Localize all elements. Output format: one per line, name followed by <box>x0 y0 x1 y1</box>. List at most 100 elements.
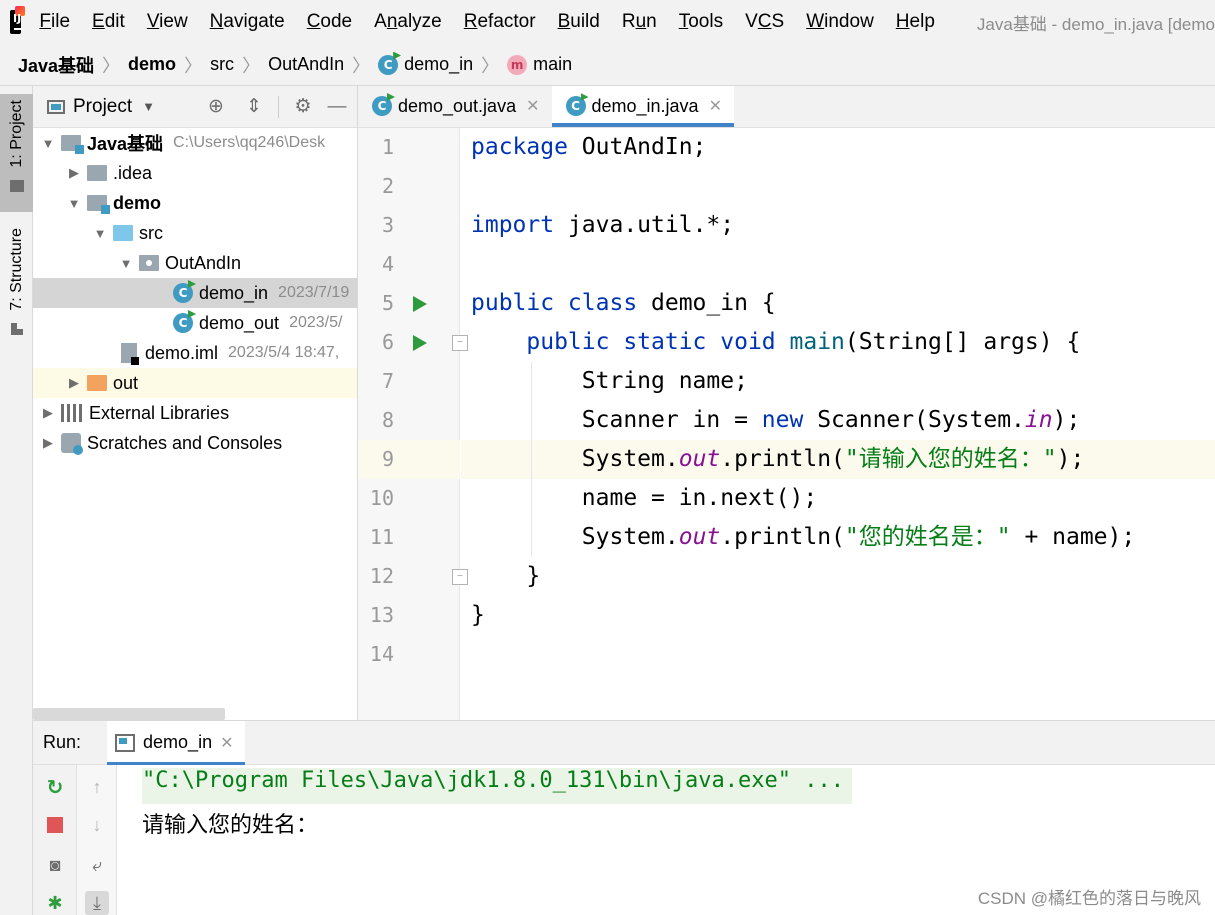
gutter-line: 4 <box>358 245 460 284</box>
menu-tools[interactable]: Tools <box>679 11 723 33</box>
folder-icon <box>87 165 107 181</box>
class-icon: C <box>565 96 586 116</box>
tree-item-demo-out[interactable]: C demo_out 2023/5/ <box>33 308 357 338</box>
hide-panel-icon[interactable]: — <box>325 95 349 119</box>
scroll-to-end-icon[interactable]: ⤓ <box>85 891 109 915</box>
menu-build[interactable]: Build <box>558 11 600 33</box>
line-number: 1 <box>381 135 394 159</box>
folder-icon <box>9 179 24 192</box>
rerun-icon[interactable]: ↻ <box>43 775 67 799</box>
tree-item-idea[interactable]: ▶ .idea <box>33 158 357 188</box>
line-number: 12 <box>369 564 394 588</box>
tree-item-scratches[interactable]: ▶ Scratches and Consoles <box>33 428 357 458</box>
expand-arrow-icon[interactable]: ▼ <box>67 196 81 211</box>
menu-navigate[interactable]: Navigate <box>210 11 285 33</box>
chevron-right-icon: 〉 <box>242 55 261 76</box>
gear-icon[interactable]: ⚙ <box>291 95 315 119</box>
code-area[interactable]: package OutAndIn; import java.util.*; pu… <box>461 128 1215 720</box>
gutter-line: 3 <box>358 206 460 245</box>
tab-demo-out[interactable]: C demo_out.java ✕ <box>358 86 552 127</box>
collapse-all-icon[interactable]: ⇕ <box>242 95 266 119</box>
tree-item-demo-in[interactable]: C demo_in 2023/7/19 <box>33 278 357 308</box>
menu-bar: IJ File Edit View Navigate Code Analyze … <box>0 0 1215 44</box>
close-icon[interactable]: ✕ <box>220 733 233 753</box>
gutter-line-current: 9 <box>358 440 460 479</box>
package-icon <box>139 255 159 271</box>
expand-arrow-icon[interactable]: ▼ <box>93 226 107 241</box>
project-view-selector[interactable]: Project <box>73 96 132 118</box>
module-folder-icon <box>61 135 84 154</box>
tree-item-package[interactable]: ▼ OutAndIn <box>33 248 357 278</box>
menu-file[interactable]: File <box>39 11 70 33</box>
breadcrumb-src[interactable]: src 〉 <box>210 44 268 85</box>
tree-item-demo[interactable]: ▼ demo <box>33 188 357 218</box>
run-tab-demo-in[interactable]: demo_in ✕ <box>107 721 246 765</box>
menu-analyze[interactable]: Analyze <box>374 11 442 33</box>
menu-vcs[interactable]: VCS <box>745 11 784 33</box>
menu-help[interactable]: Help <box>896 11 935 33</box>
collapse-arrow-icon[interactable]: ▶ <box>41 435 55 451</box>
soft-wrap-icon[interactable]: ⤶ <box>85 853 109 877</box>
breadcrumb-project[interactable]: Java基础〉 <box>18 44 128 85</box>
menu-code[interactable]: Code <box>307 11 352 33</box>
run-gutter-icon[interactable] <box>413 296 427 312</box>
tree-item-project-root[interactable]: ▼ Java基础 C:\Users\qq246\Desk <box>33 128 357 158</box>
gutter-line: 13 <box>358 596 460 635</box>
expand-arrow-icon[interactable]: ▼ <box>119 256 133 271</box>
code-line: System.out.println("您的姓名是：" + name); <box>461 518 1215 557</box>
expand-arrow-icon[interactable]: ▼ <box>41 136 55 151</box>
tab-demo-in[interactable]: C demo_in.java ✕ <box>551 86 735 127</box>
stop-icon[interactable] <box>43 813 67 837</box>
tree-item-src[interactable]: ▼ src <box>33 218 357 248</box>
class-icon: C <box>173 283 193 303</box>
camera-icon[interactable]: ◙ <box>43 853 67 877</box>
debug-bug-icon[interactable]: ✱ <box>43 891 67 915</box>
tree-item-external-libraries[interactable]: ▶ External Libraries <box>33 398 357 428</box>
breadcrumb-module[interactable]: demo 〉 <box>128 44 210 85</box>
project-panel: Project ▼ ⊕ ⇕ ⚙ — ▼ Java基础 C:\Users\qq24… <box>33 86 358 720</box>
locate-file-icon[interactable]: ⊕ <box>204 95 228 119</box>
method-icon: m <box>507 54 528 75</box>
chevron-right-icon: 〉 <box>184 55 203 76</box>
collapse-arrow-icon[interactable]: ▶ <box>41 405 55 421</box>
tree-item-demo-iml[interactable]: demo.iml 2023/5/4 18:47, <box>33 338 357 368</box>
arrow-up-icon[interactable]: ↑ <box>85 775 109 799</box>
breadcrumb-method[interactable]: m main <box>507 44 572 85</box>
breadcrumb-class[interactable]: Cdemo_in 〉 <box>378 44 507 85</box>
tree-item-out[interactable]: ▶ out <box>33 368 357 398</box>
scratches-icon <box>61 433 83 455</box>
menu-view[interactable]: View <box>147 11 188 33</box>
close-icon[interactable]: ✕ <box>526 96 539 116</box>
gutter-line: 1 <box>358 128 460 167</box>
console-line-command: "C:\Program Files\Java\jdk1.8.0_131\bin\… <box>142 768 852 804</box>
run-gutter-icon[interactable] <box>413 335 427 351</box>
close-icon[interactable]: ✕ <box>709 96 722 116</box>
code-line: } <box>471 602 485 628</box>
breadcrumb-package[interactable]: OutAndIn 〉 <box>268 44 378 85</box>
iml-file-icon <box>121 343 139 365</box>
line-number: 4 <box>381 252 394 276</box>
collapse-arrow-icon[interactable]: ▶ <box>67 165 81 181</box>
arrow-down-icon[interactable]: ↓ <box>85 813 109 837</box>
menu-refactor[interactable]: Refactor <box>464 11 536 33</box>
gutter-line: 12− <box>358 557 468 596</box>
line-number: 13 <box>369 603 394 627</box>
menu-edit[interactable]: Edit <box>92 11 125 33</box>
line-number: 14 <box>369 642 394 666</box>
console-toolbar: ↑ ↓ ⤶ ⤓ <box>77 765 117 915</box>
tool-tab-structure[interactable]: 7: Structure <box>0 222 33 352</box>
gutter-line: 5 <box>358 284 460 323</box>
line-number: 10 <box>369 486 394 510</box>
menu-window[interactable]: Window <box>806 11 874 33</box>
tool-tab-project[interactable]: 1: Project <box>0 94 33 212</box>
excluded-folder-icon <box>87 375 107 391</box>
console-line-output: 请输入您的姓名： <box>142 813 319 838</box>
chevron-down-icon[interactable]: ▼ <box>142 99 155 114</box>
menu-run[interactable]: Run <box>622 11 657 33</box>
intellij-logo-icon[interactable]: IJ <box>10 6 26 34</box>
horizontal-scrollbar[interactable] <box>33 708 225 720</box>
code-editor: C demo_out.java ✕ C demo_in.java ✕ 1 2 3… <box>358 86 1215 720</box>
collapse-arrow-icon[interactable]: ▶ <box>67 375 81 391</box>
chevron-right-icon: 〉 <box>481 55 500 76</box>
line-number: 5 <box>381 291 394 315</box>
